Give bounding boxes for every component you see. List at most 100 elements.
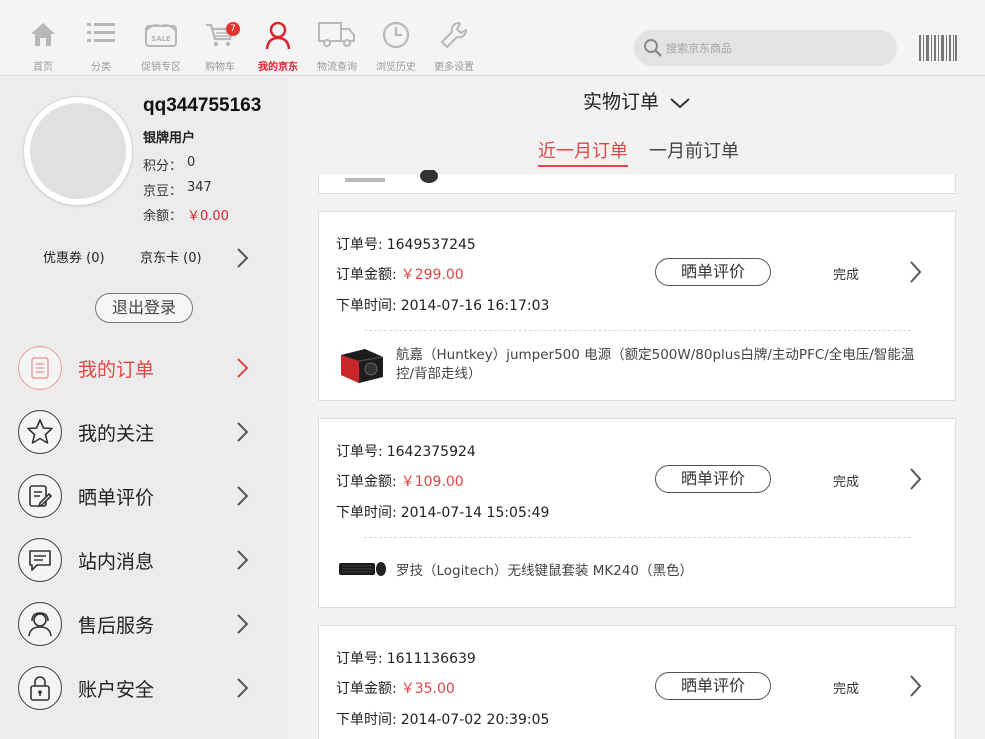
divider xyxy=(364,330,911,331)
nav-category-label: 分类 xyxy=(91,62,111,73)
product-name[interactable]: 罗技（Logitech）无线键鼠套装 MK240（黑色） xyxy=(396,562,916,581)
truck-icon xyxy=(318,22,355,47)
menu-label-follows: 我的关注 xyxy=(78,423,155,445)
review-button[interactable]: 晒单评价 xyxy=(655,672,771,700)
order-card-partial[interactable] xyxy=(318,170,956,194)
order-amount-row: 订单金额: ￥35.00 xyxy=(336,678,455,698)
review-button[interactable]: 晒单评价 xyxy=(655,465,771,493)
review-edit-icon xyxy=(18,474,62,518)
message-icon xyxy=(18,538,62,582)
menu-account-security[interactable]: 账户安全 xyxy=(0,655,288,719)
points-value: 0 xyxy=(187,155,196,170)
menu-my-follows[interactable]: 我的关注 xyxy=(0,399,288,463)
order-number: 1611136639 xyxy=(386,651,476,667)
points-label: 积分： xyxy=(143,159,183,174)
nav-category[interactable]: 分类 xyxy=(71,0,131,76)
menu-reviews[interactable]: 晒单评价 xyxy=(0,463,288,527)
chevron-right-icon xyxy=(237,486,249,506)
order-number: 1649537245 xyxy=(386,237,476,253)
nav-cart[interactable]: 7 购物车 xyxy=(190,0,250,76)
tab-recent-month[interactable]: 近一月订单 xyxy=(538,137,628,167)
order-time-row: 下单时间: 2014-07-14 15:05:49 xyxy=(336,502,549,522)
product-thumbnail xyxy=(345,170,438,183)
nav-promo[interactable]: SALE 促销专区 xyxy=(131,0,191,76)
product-thumbnail xyxy=(339,562,386,576)
menu-messages[interactable]: 站内消息 xyxy=(0,527,288,591)
chevron-right-icon[interactable] xyxy=(907,674,923,698)
barcode-scan-icon[interactable] xyxy=(918,35,958,61)
sale-tag-icon: SALE xyxy=(145,24,177,47)
order-time-row: 下单时间: 2014-07-16 16:17:03 xyxy=(336,295,549,315)
search-box[interactable] xyxy=(634,30,897,66)
nav-history-label: 浏览历史 xyxy=(376,62,416,73)
order-card[interactable]: 订单号: 1611136639 订单金额: ￥35.00 下单时间: 2014-07-… xyxy=(318,625,956,739)
chevron-right-icon xyxy=(237,678,249,698)
order-amount-row: 订单金额: ￥109.00 xyxy=(336,471,464,491)
chevron-right-icon[interactable] xyxy=(907,467,923,491)
top-nav-bar: 首页 分类 SALE 促销专区 7 购物车 我的京东 物流查询 浏览历史 更多设… xyxy=(0,0,985,76)
jd-card-link[interactable]: 京东卡 (0) xyxy=(140,247,202,266)
member-level: 银牌用户 xyxy=(143,131,196,146)
order-time: 2014-07-16 16:17:03 xyxy=(400,298,550,314)
menu-label-messages: 站内消息 xyxy=(78,551,155,573)
balance-value: ￥0.00 xyxy=(187,209,229,224)
product-thumbnail xyxy=(341,349,384,383)
chevron-right-icon xyxy=(237,358,249,378)
tab-older[interactable]: 一月前订单 xyxy=(649,137,739,163)
nav-my-jd-label: 我的京东 xyxy=(258,62,298,73)
order-time-label: 下单时间: xyxy=(336,298,397,314)
order-number-row: 订单号: 1649537245 xyxy=(336,234,476,254)
product-name[interactable]: 航嘉（Huntkey）jumper500 电源（额定500W/80plus白牌/… xyxy=(396,346,916,384)
nav-settings[interactable]: 更多设置 xyxy=(424,0,484,76)
chevron-right-icon[interactable] xyxy=(234,247,250,269)
service-person-icon xyxy=(18,602,62,646)
order-amount-label: 订单金额: xyxy=(336,267,397,283)
menu-label-security: 账户安全 xyxy=(78,679,155,701)
order-amount-label: 订单金额: xyxy=(336,474,397,490)
order-time-label: 下单时间: xyxy=(336,712,397,728)
nav-logistics[interactable]: 物流查询 xyxy=(307,0,367,76)
order-number-label: 订单号: xyxy=(336,651,383,667)
search-icon xyxy=(644,39,662,57)
order-amount-label: 订单金额: xyxy=(336,681,397,697)
nav-cart-label: 购物车 xyxy=(205,62,235,73)
review-button[interactable]: 晒单评价 xyxy=(655,258,771,286)
logout-button[interactable]: 退出登录 xyxy=(95,293,193,323)
order-number-row: 订单号: 1642375924 xyxy=(336,441,476,461)
cart-count-badge: 7 xyxy=(226,22,240,36)
account-sidebar: qq344755163 银牌用户 积分： 0 京豆： 347 余额： ￥0.00… xyxy=(0,77,288,739)
points-row: 积分： 0 xyxy=(143,155,195,174)
balance-row: 余额： ￥0.00 xyxy=(143,205,229,224)
orders-type-selector[interactable]: 实物订单 xyxy=(289,87,985,114)
order-time: 2014-07-02 20:39:05 xyxy=(400,712,550,728)
svg-text:SALE: SALE xyxy=(151,35,171,43)
menu-my-orders[interactable]: 我的订单 xyxy=(0,335,288,399)
divider xyxy=(364,537,911,538)
order-status: 完成 xyxy=(833,268,860,283)
search-input[interactable] xyxy=(666,30,886,66)
chevron-down-icon xyxy=(670,97,690,108)
lock-icon xyxy=(18,666,62,710)
nav-home[interactable]: 首页 xyxy=(13,0,73,76)
home-icon xyxy=(31,23,55,46)
clock-icon xyxy=(382,21,410,49)
order-number-row: 订单号: 1611136639 xyxy=(336,648,476,668)
order-card[interactable]: 订单号: 1642375924 订单金额: ￥109.00 下单时间: 2014-07… xyxy=(318,418,956,608)
wrench-icon xyxy=(441,22,467,48)
user-icon xyxy=(265,21,291,50)
star-icon xyxy=(18,410,62,454)
beans-label: 京豆： xyxy=(143,184,183,199)
nav-my-jd[interactable]: 我的京东 xyxy=(248,0,308,76)
nav-history[interactable]: 浏览历史 xyxy=(366,0,426,76)
order-status: 完成 xyxy=(833,682,860,697)
avatar[interactable] xyxy=(24,97,132,205)
menu-label-reviews: 晒单评价 xyxy=(78,487,155,509)
coupons-link[interactable]: 优惠券 (0) xyxy=(43,247,105,266)
order-card[interactable]: 订单号: 1649537245 订单金额: ￥299.00 下单时间: 2014-07… xyxy=(318,211,956,401)
beans-value: 347 xyxy=(187,180,212,195)
order-tabs: 近一月订单 一月前订单 xyxy=(289,137,985,167)
chevron-right-icon[interactable] xyxy=(907,260,923,284)
chevron-right-icon xyxy=(237,550,249,570)
menu-after-sales[interactable]: 售后服务 xyxy=(0,591,288,655)
order-list-icon xyxy=(18,346,62,390)
